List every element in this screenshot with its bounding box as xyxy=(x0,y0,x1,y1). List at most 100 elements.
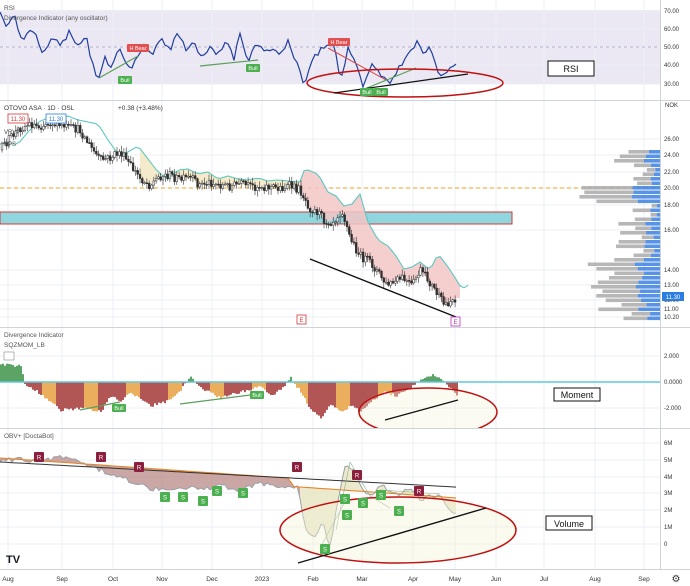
candle-body xyxy=(44,124,47,127)
momentum-bar xyxy=(162,382,164,402)
momentum-bar xyxy=(166,382,168,401)
candle-body xyxy=(81,132,84,139)
volume-profile-bar xyxy=(644,244,660,249)
candle-body xyxy=(348,226,351,235)
volume-profile-bar xyxy=(643,258,660,262)
volume-profile-bar xyxy=(650,177,660,181)
candle-body xyxy=(419,267,422,276)
momentum-bar xyxy=(40,382,42,395)
momentum-panel-bg xyxy=(0,328,660,428)
candle-body xyxy=(251,183,254,186)
time-axis-label: Aug xyxy=(589,576,601,583)
momentum-bar xyxy=(248,382,250,391)
momentum-bar xyxy=(86,382,88,410)
momentum-bar xyxy=(332,382,334,406)
candle-body xyxy=(286,184,289,189)
obv-resistance-tag-label: R xyxy=(355,474,360,480)
candle-body xyxy=(352,241,356,244)
momentum-bar xyxy=(384,382,386,392)
momentum-bar xyxy=(118,382,120,401)
price-axis[interactable]: 70.00 60.00 50.00 40.00 30.00 26.00 24.00 22.00… xyxy=(664,9,683,548)
momentum-bar xyxy=(266,382,268,393)
rsi-tag-label: Bull xyxy=(248,66,257,72)
obv-axis-label: 5M xyxy=(664,458,672,464)
volume-profile-bar xyxy=(637,294,660,298)
candle-body xyxy=(150,184,153,189)
momentum-bar xyxy=(232,382,234,393)
momentum-bar xyxy=(190,376,192,382)
volume-profile-bar xyxy=(651,204,658,208)
candle-body xyxy=(407,280,411,282)
volume-profile-bar xyxy=(651,217,660,222)
momentum-bar xyxy=(208,382,210,391)
candle-body xyxy=(111,157,114,161)
candle-body xyxy=(364,255,367,263)
candle-body xyxy=(168,171,172,179)
candle-body xyxy=(143,182,146,185)
chart-canvas[interactable]: H Bear Bull Bull H Bear Bull Bull RSI Diverge… xyxy=(0,0,690,586)
momentum-bar xyxy=(434,376,436,382)
volume-profile-bar xyxy=(641,298,660,303)
settings-icon[interactable]: ⚙ xyxy=(672,574,681,585)
obv-support-tag-label: S xyxy=(345,514,349,520)
candle-body xyxy=(67,123,70,126)
momentum-bar xyxy=(300,382,302,393)
momentum-bar xyxy=(152,382,154,407)
rsi-tag-label: H Bear xyxy=(330,40,347,46)
momentum-bar xyxy=(32,382,34,390)
candle-body xyxy=(72,124,75,126)
momentum-bar xyxy=(34,382,36,391)
momentum-bar xyxy=(274,382,276,395)
candle-body xyxy=(85,136,89,143)
obv-support-tag-label: S xyxy=(397,510,401,516)
candle-body xyxy=(322,212,326,224)
candle-body xyxy=(265,184,268,191)
momentum-collapse-button xyxy=(3,351,15,361)
momentum-bar xyxy=(298,382,300,388)
momentum-bar xyxy=(20,366,22,382)
volume-profile-bar xyxy=(657,204,660,208)
momentum-bar xyxy=(356,382,358,409)
time-axis[interactable]: Aug Sep Oct Nov Dec 2023 Feb Mar Apr May Jun Jul Aug… xyxy=(2,576,650,583)
candle-body xyxy=(106,155,109,159)
volume-profile-bar xyxy=(645,240,660,244)
candle-body xyxy=(382,277,385,283)
candle-body xyxy=(384,281,388,284)
momentum-bar xyxy=(80,382,82,408)
candle-body xyxy=(26,125,29,127)
tradingview-logo-icon[interactable]: TV xyxy=(6,554,21,566)
volume-profile-bar xyxy=(614,258,644,262)
volume-profile-bar xyxy=(644,271,660,276)
candle-body xyxy=(217,183,220,186)
candle-body xyxy=(253,184,257,191)
candle-body xyxy=(424,271,427,274)
momentum-bar xyxy=(326,382,328,410)
momentum-bar xyxy=(408,382,410,389)
volume-profile-bar xyxy=(619,154,646,159)
time-axis-label: 2023 xyxy=(255,576,270,583)
volume-profile-bar xyxy=(623,316,648,321)
momentum-bar xyxy=(202,382,204,390)
obv-support-tag-label: S xyxy=(361,502,365,508)
momentum-bar xyxy=(150,382,152,407)
rsi-axis-label: 30.00 xyxy=(664,82,680,88)
obv-title: OBV+ [DoctaBot] xyxy=(4,433,54,440)
momentum-bar xyxy=(206,382,208,391)
candle-body xyxy=(442,296,445,305)
volume-profile-bar xyxy=(598,307,639,312)
momentum-bar xyxy=(6,363,8,382)
momentum-bar xyxy=(256,382,258,388)
candle-body xyxy=(451,299,454,302)
candle-body xyxy=(375,269,379,272)
candle-body xyxy=(102,155,105,160)
candle-body xyxy=(350,233,353,243)
volume-profile-bar xyxy=(654,249,660,253)
momentum-bar xyxy=(240,382,242,392)
obv-resistance-tag-label: R xyxy=(417,490,422,496)
momentum-bar xyxy=(320,382,322,419)
momentum-bar xyxy=(212,382,214,393)
volume-profile-bar xyxy=(591,285,636,289)
candle-body xyxy=(198,183,201,188)
volume-profile-bar xyxy=(579,195,632,199)
rsi-box-label: RSI xyxy=(563,64,578,74)
